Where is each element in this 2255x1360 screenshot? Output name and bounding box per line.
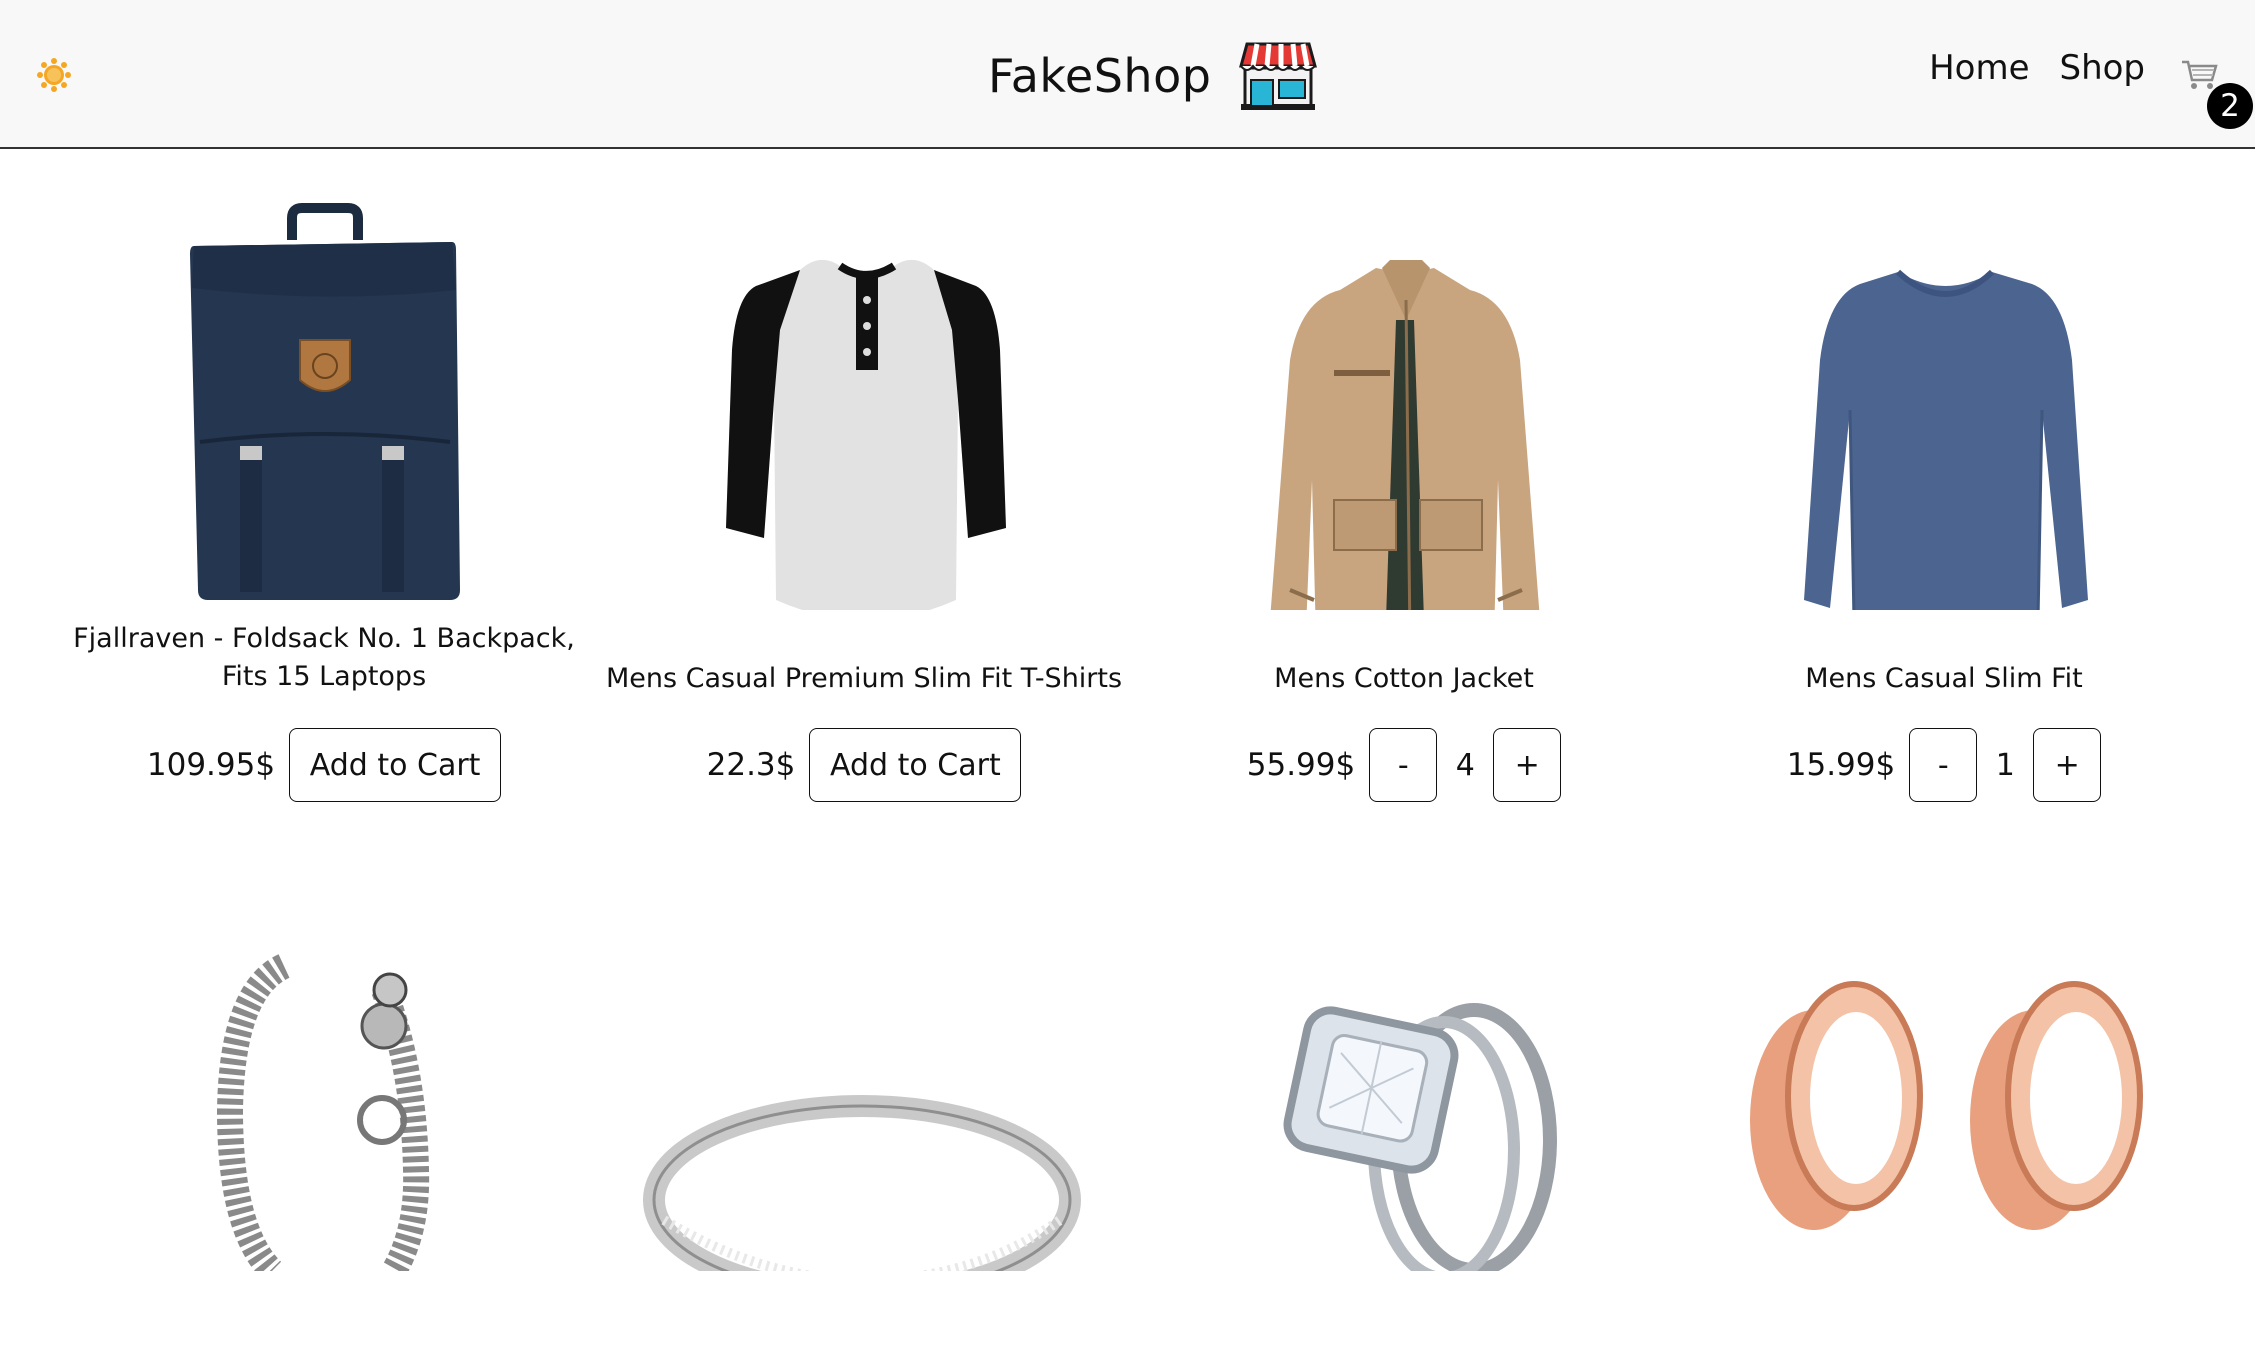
add-to-cart-button[interactable]: Add to Cart bbox=[809, 728, 1022, 802]
product-card: Mens Casual Premium Slim Fit T-Shirts 22… bbox=[604, 180, 1124, 802]
product-actions: 22.3$ Add to Cart bbox=[604, 728, 1124, 802]
nav-shop-link[interactable]: Shop bbox=[2059, 48, 2145, 88]
product-card bbox=[1144, 930, 1664, 1360]
main-nav: Home Shop bbox=[1929, 48, 2145, 88]
bracelet-image bbox=[216, 954, 430, 1281]
product-card: Mens Cotton Jacket 55.99$ - 4 + bbox=[1144, 180, 1664, 802]
sun-icon[interactable] bbox=[36, 57, 72, 93]
diamond-ring-image bbox=[1283, 1003, 1557, 1284]
increase-quantity-button[interactable]: + bbox=[1493, 728, 1562, 802]
product-image[interactable] bbox=[1144, 180, 1664, 641]
product-title: Mens Cotton Jacket bbox=[1274, 663, 1534, 694]
product-image[interactable] bbox=[1684, 180, 2204, 631]
product-image[interactable] bbox=[1144, 930, 1664, 1360]
shopping-cart-icon[interactable] bbox=[2180, 58, 2218, 92]
increase-quantity-button[interactable]: + bbox=[2033, 728, 2102, 802]
product-image[interactable] bbox=[64, 930, 584, 1360]
brand[interactable]: FakeShop bbox=[988, 36, 1318, 116]
product-price: 55.99$ bbox=[1246, 747, 1356, 783]
product-card bbox=[64, 930, 584, 1360]
sweater-image bbox=[1804, 269, 2088, 631]
product-actions: 55.99$ - 4 + bbox=[1144, 728, 1664, 802]
quantity-value: 4 bbox=[1455, 747, 1475, 783]
tshirt-image bbox=[726, 259, 1006, 620]
decrease-quantity-button[interactable]: - bbox=[1909, 728, 1978, 802]
nav-home-link[interactable]: Home bbox=[1929, 48, 2029, 88]
product-image[interactable] bbox=[604, 930, 1124, 1360]
decrease-quantity-button[interactable]: - bbox=[1369, 728, 1438, 802]
ring-image bbox=[643, 1095, 1081, 1305]
product-price: 22.3$ bbox=[706, 747, 796, 783]
top-navbar: FakeShop Home Shop 2 bbox=[0, 0, 2255, 149]
jacket-image bbox=[1270, 260, 1540, 641]
brand-name: FakeShop bbox=[988, 49, 1212, 103]
product-image[interactable] bbox=[604, 180, 1124, 620]
backpack-image bbox=[190, 203, 460, 600]
product-image[interactable] bbox=[64, 180, 584, 610]
product-image[interactable] bbox=[1684, 930, 2204, 1360]
product-price: 15.99$ bbox=[1786, 747, 1896, 783]
cart-count-badge: 2 bbox=[2207, 83, 2253, 129]
add-to-cart-button[interactable]: Add to Cart bbox=[289, 728, 502, 802]
product-card bbox=[1684, 930, 2204, 1360]
product-card bbox=[604, 930, 1124, 1360]
storefront-icon bbox=[1239, 42, 1318, 110]
product-price: 109.95$ bbox=[146, 747, 276, 783]
product-actions: 15.99$ - 1 + bbox=[1684, 728, 2204, 802]
product-title: Mens Casual Slim Fit bbox=[1805, 663, 2083, 694]
product-card: Mens Casual Slim Fit 15.99$ - 1 + bbox=[1684, 180, 2204, 802]
product-card: Fjallraven - Foldsack No. 1 Backpack, Fi… bbox=[64, 180, 584, 802]
product-actions: 109.95$ Add to Cart bbox=[64, 728, 584, 802]
product-title: Fjallraven - Foldsack No. 1 Backpack, Fi… bbox=[73, 623, 575, 692]
quantity-value: 1 bbox=[1995, 747, 2015, 783]
tunnel-earrings-image bbox=[1750, 981, 2143, 1230]
product-title: Mens Casual Premium Slim Fit T-Shirts bbox=[605, 663, 1123, 694]
